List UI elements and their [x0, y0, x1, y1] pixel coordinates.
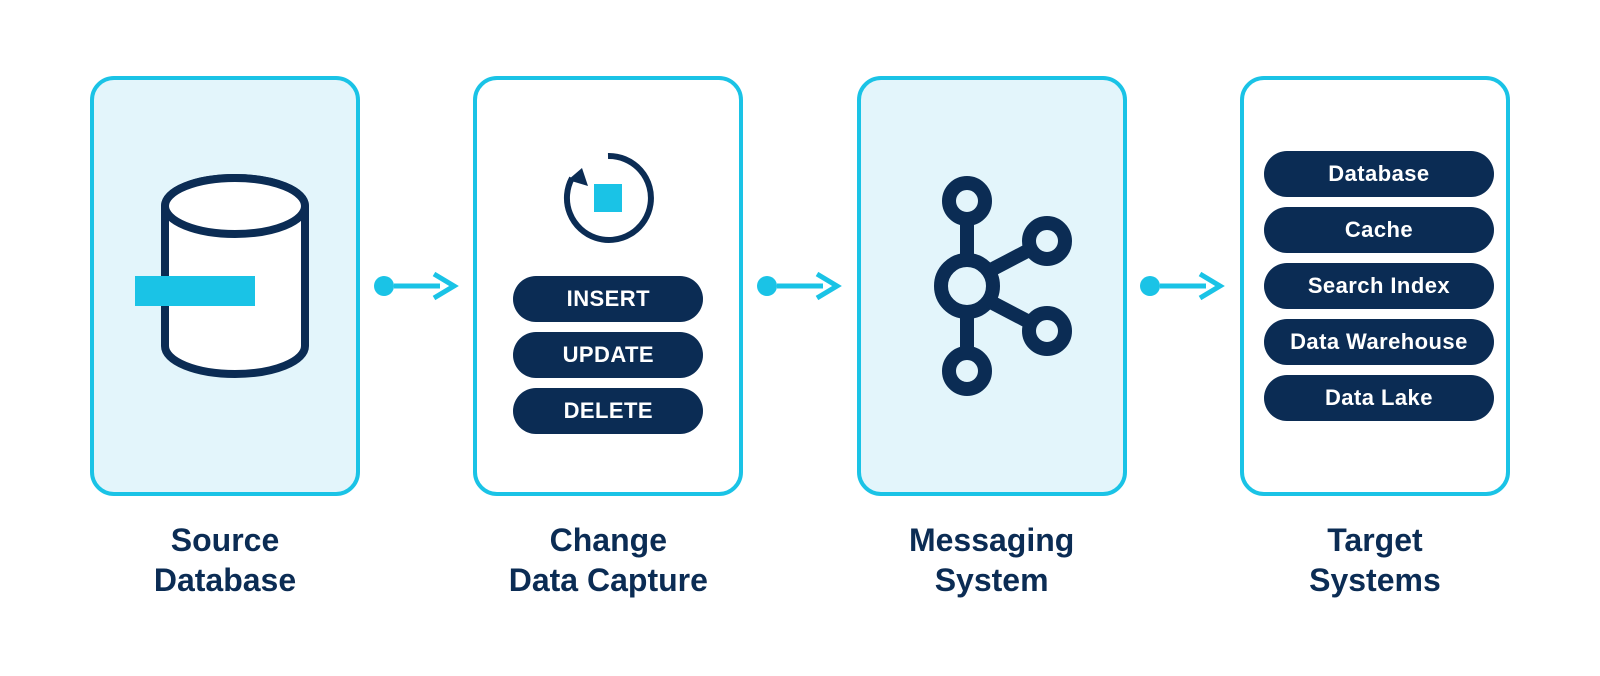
target-cache: Cache	[1264, 207, 1494, 253]
cdc-node: INSERT UPDATE DELETE Change Data Capture	[473, 76, 743, 600]
target-warehouse: Data Warehouse	[1264, 319, 1494, 365]
cdc-op-update: UPDATE	[513, 332, 703, 378]
database-icon	[125, 166, 325, 406]
cdc-op-delete: DELETE	[513, 388, 703, 434]
cdc-flow-diagram: Source Database INSERT UPDAT	[90, 76, 1510, 600]
cdc-box: INSERT UPDATE DELETE	[473, 76, 743, 496]
cdc-op-insert: INSERT	[513, 276, 703, 322]
cdc-ops-list: INSERT UPDATE DELETE	[497, 276, 719, 434]
source-database-node: Source Database	[90, 76, 360, 600]
source-database-box	[90, 76, 360, 496]
source-database-label: Source Database	[154, 520, 296, 600]
messaging-node: Messaging System	[857, 76, 1127, 600]
kafka-icon	[897, 171, 1087, 401]
targets-box: Database Cache Search Index Data Warehou…	[1240, 76, 1510, 496]
target-data-lake: Data Lake	[1264, 375, 1494, 421]
targets-label: Target Systems	[1309, 520, 1441, 600]
arrow-messaging-to-targets	[1135, 76, 1231, 496]
targets-list: Database Cache Search Index Data Warehou…	[1264, 151, 1486, 421]
target-database: Database	[1264, 151, 1494, 197]
arrow-cdc-to-messaging	[752, 76, 848, 496]
cdc-label: Change Data Capture	[509, 520, 708, 600]
messaging-label: Messaging System	[909, 520, 1074, 600]
refresh-icon-wrap	[548, 138, 668, 276]
targets-node: Database Cache Search Index Data Warehou…	[1240, 76, 1510, 600]
refresh-icon	[548, 138, 668, 258]
messaging-box	[857, 76, 1127, 496]
arrow-source-to-cdc	[369, 76, 465, 496]
target-search: Search Index	[1264, 263, 1494, 309]
